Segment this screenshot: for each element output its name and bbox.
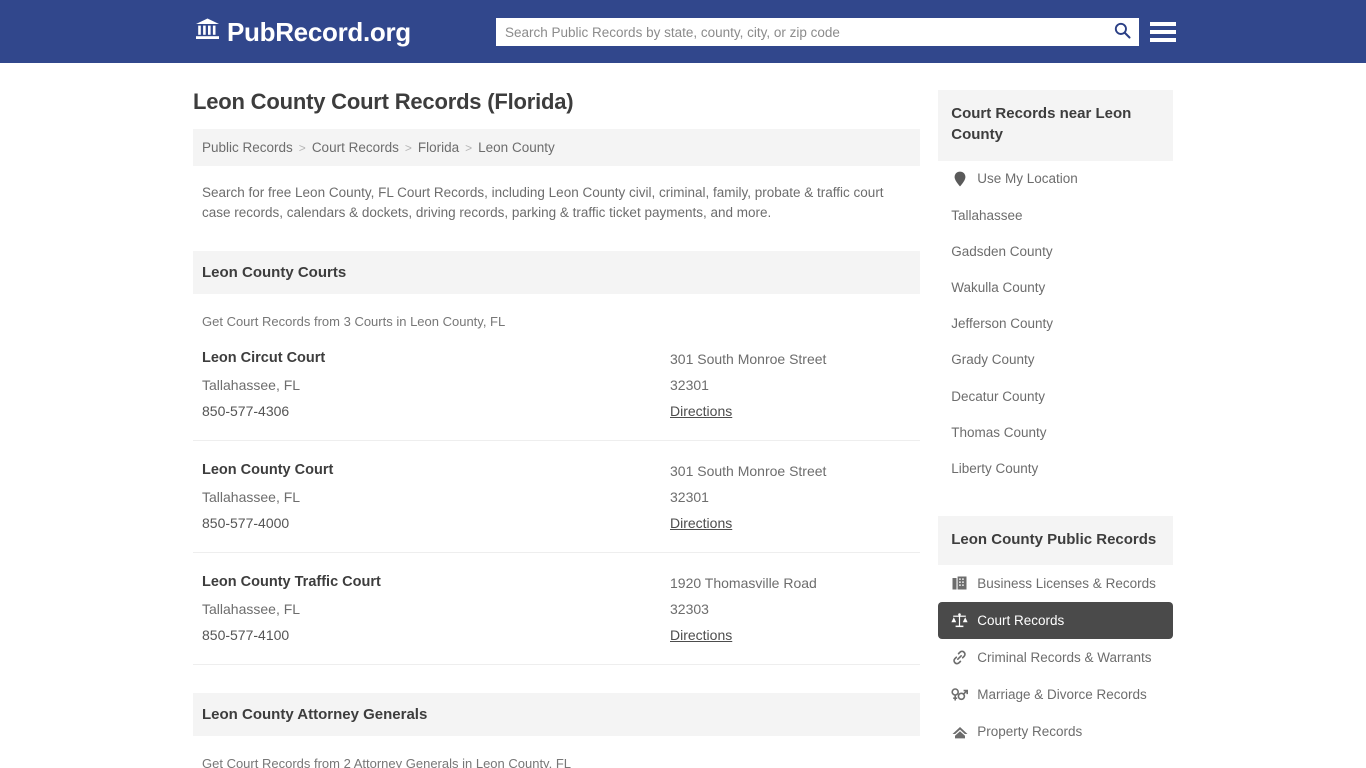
site-header: PubRecord.org <box>0 0 1366 63</box>
hamburger-menu-icon <box>1150 38 1176 42</box>
section-heading-courts: Leon County Courts <box>193 251 920 294</box>
section-heading-attorney-generals: Leon County Attorney Generals <box>193 693 920 736</box>
directions-link[interactable]: Directions <box>670 398 732 424</box>
search-icon <box>1114 22 1131 42</box>
house-icon <box>951 723 968 740</box>
listing-left-block: Leon Circut Court Tallahassee, FL 850-57… <box>202 346 670 424</box>
listing-left-block: Leon County Traffic Court Tallahassee, F… <box>202 570 670 648</box>
listing-city: Tallahassee, FL <box>202 484 670 510</box>
sidebar-item-label: Grady County <box>951 352 1034 368</box>
sidebar-item-label: Decatur County <box>951 389 1045 405</box>
listing-address: 301 South Monroe Street <box>670 458 911 484</box>
listing-right-block: 1920 Thomasville Road 32303 Directions <box>670 570 911 648</box>
sidebar-item-label: Business Licenses & Records <box>977 576 1156 592</box>
sidebar-item-decatur-county[interactable]: Decatur County <box>938 379 1173 415</box>
sidebar-item-marriage-divorce-records[interactable]: Marriage & Divorce Records <box>938 676 1173 713</box>
bank-institution-icon <box>195 17 220 46</box>
section-subheading-attorney-generals: Get Court Records from 2 Attorney Genera… <box>193 736 920 768</box>
hamburger-menu-button[interactable] <box>1150 20 1176 44</box>
table-row[interactable]: Leon Circut Court Tallahassee, FL 850-57… <box>193 329 920 441</box>
site-logo[interactable]: PubRecord.org <box>195 17 411 46</box>
hamburger-menu-icon <box>1150 30 1176 34</box>
listing-name: Leon County Court <box>202 458 670 484</box>
search-input[interactable] <box>496 18 1105 46</box>
sidebar-item-gadsden-county[interactable]: Gadsden County <box>938 234 1173 270</box>
sidebar-item-jefferson-county[interactable]: Jefferson County <box>938 306 1173 342</box>
sidebar-item-use-my-location[interactable]: Use My Location <box>938 161 1173 198</box>
sidebar: Court Records near Leon County Use My Lo… <box>938 63 1173 768</box>
main-column: Leon County Court Records (Florida) Publ… <box>193 63 920 768</box>
breadcrumb-item-court-records[interactable]: Court Records <box>312 140 399 155</box>
breadcrumb-item-florida[interactable]: Florida <box>418 140 459 155</box>
breadcrumb: Public Records > Court Records > Florida… <box>193 129 920 166</box>
table-row[interactable]: Leon County Traffic Court Tallahassee, F… <box>193 553 920 665</box>
table-row[interactable]: Leon County Court Tallahassee, FL 850-57… <box>193 441 920 553</box>
sidebar-item-label: Use My Location <box>977 171 1078 187</box>
search-bar[interactable] <box>496 18 1139 46</box>
sidebar-item-property-records[interactable]: Property Records <box>938 713 1173 750</box>
listing-address: 1920 Thomasville Road <box>670 570 911 596</box>
page-body: Leon County Court Records (Florida) Publ… <box>0 63 1366 768</box>
sidebar-item-label: Gadsden County <box>951 244 1052 260</box>
listing-left-block: Leon County Court Tallahassee, FL 850-57… <box>202 458 670 536</box>
sidebar-item-grady-county[interactable]: Grady County <box>938 342 1173 378</box>
breadcrumb-separator-icon: > <box>405 141 412 155</box>
search-button[interactable] <box>1105 18 1139 46</box>
sidebar-item-criminal-records[interactable]: Criminal Records & Warrants <box>938 639 1173 676</box>
listing-phone[interactable]: 850-577-4000 <box>202 510 670 536</box>
venus-mars-icon <box>951 686 968 703</box>
chain-link-icon <box>951 649 968 666</box>
listing-zip: 32303 <box>670 596 911 622</box>
breadcrumb-separator-icon: > <box>299 141 306 155</box>
sidebar-item-label: Court Records <box>977 613 1064 629</box>
listing-zip: 32301 <box>670 372 911 398</box>
content-container: Leon County Court Records (Florida) Publ… <box>193 63 1173 768</box>
sidebar-item-label: Liberty County <box>951 461 1038 477</box>
listing-right-block: 301 South Monroe Street 32301 Directions <box>670 346 911 424</box>
hamburger-menu-icon <box>1150 22 1176 26</box>
breadcrumb-item-public-records[interactable]: Public Records <box>202 140 293 155</box>
logo-text: PubRecord.org <box>227 19 411 45</box>
sidebar-item-court-records[interactable]: Court Records <box>938 602 1173 639</box>
breadcrumb-separator-icon: > <box>465 141 472 155</box>
listing-phone[interactable]: 850-577-4306 <box>202 398 670 424</box>
listing-right-block: 301 South Monroe Street 32301 Directions <box>670 458 911 536</box>
sidebar-item-label: Jefferson County <box>951 316 1053 332</box>
sidebar-panel-heading-public-records: Leon County Public Records <box>938 516 1173 565</box>
listing-zip: 32301 <box>670 484 911 510</box>
sidebar-item-liberty-county[interactable]: Liberty County <box>938 451 1173 487</box>
page-title: Leon County Court Records (Florida) <box>193 89 920 115</box>
sidebar-item-label: Marriage & Divorce Records <box>977 687 1147 703</box>
business-building-icon <box>951 575 968 592</box>
scales-of-justice-icon <box>951 612 968 629</box>
sidebar-item-label: Tallahassee <box>951 208 1022 224</box>
listing-name: Leon Circut Court <box>202 346 670 372</box>
sidebar-item-label: Property Records <box>977 724 1082 740</box>
listing-name: Leon County Traffic Court <box>202 570 670 596</box>
sidebar-item-tallahassee[interactable]: Tallahassee <box>938 198 1173 234</box>
listing-phone[interactable]: 850-577-4100 <box>202 622 670 648</box>
listing-city: Tallahassee, FL <box>202 372 670 398</box>
directions-link[interactable]: Directions <box>670 622 732 648</box>
directions-link[interactable]: Directions <box>670 510 732 536</box>
sidebar-item-thomas-county[interactable]: Thomas County <box>938 415 1173 451</box>
section-subheading-courts: Get Court Records from 3 Courts in Leon … <box>193 294 920 329</box>
sidebar-item-label: Wakulla County <box>951 280 1045 296</box>
listing-address: 301 South Monroe Street <box>670 346 911 372</box>
breadcrumb-item-leon-county[interactable]: Leon County <box>478 140 555 155</box>
sidebar-panel-heading-near: Court Records near Leon County <box>938 90 1173 161</box>
listing-city: Tallahassee, FL <box>202 596 670 622</box>
map-pin-icon <box>951 171 968 188</box>
sidebar-item-label: Thomas County <box>951 425 1046 441</box>
sidebar-item-label: Criminal Records & Warrants <box>977 650 1151 666</box>
page-intro-text: Search for free Leon County, FL Court Re… <box>193 166 920 223</box>
sidebar-item-wakulla-county[interactable]: Wakulla County <box>938 270 1173 306</box>
sidebar-item-business-licenses[interactable]: Business Licenses & Records <box>938 565 1173 602</box>
